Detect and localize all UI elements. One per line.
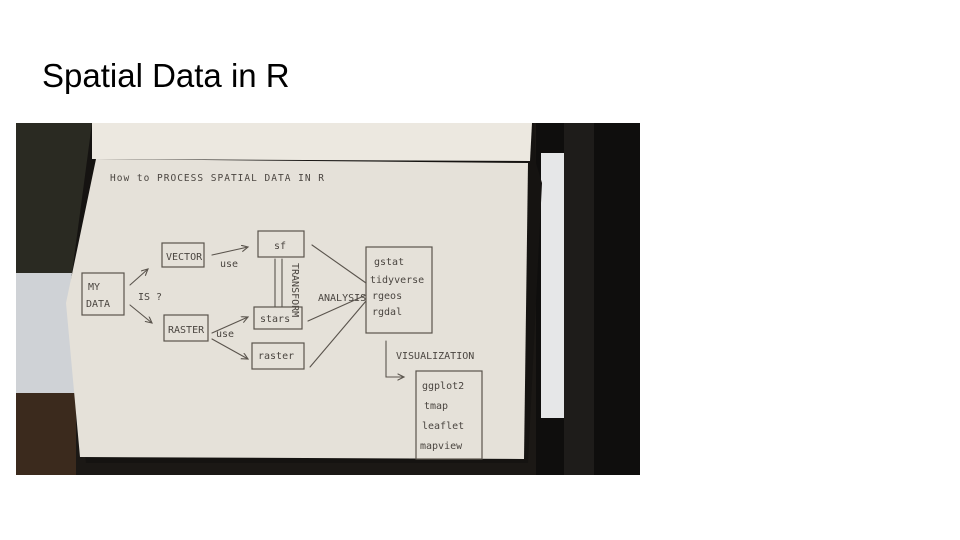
slide-title: Spatial Data in R xyxy=(42,57,290,94)
viz-pkg-4: mapview xyxy=(420,441,463,452)
transform-label: TRANSFORM xyxy=(289,263,300,317)
notebook-sketch: How to PROCESS SPATIAL DATA IN R MY DATA… xyxy=(16,123,640,475)
analysis-pkg-1: gstat xyxy=(374,257,404,268)
analysis-pkg-2: tidyverse xyxy=(370,275,424,286)
my-data-line2: DATA xyxy=(86,299,110,310)
is-label: IS ? xyxy=(138,292,162,303)
use-bottom-label: use xyxy=(216,329,234,340)
raster-type-label: RASTER xyxy=(168,325,205,336)
sf-label: sf xyxy=(274,241,286,252)
background-table xyxy=(16,393,76,475)
analysis-label: ANALYSIS xyxy=(318,293,366,304)
viz-pkg-1: ggplot2 xyxy=(422,381,464,392)
stars-label: stars xyxy=(260,314,290,325)
raster-pkg-label: raster xyxy=(258,351,294,362)
analysis-pkg-4: rgdal xyxy=(372,307,402,318)
notebook-photo: How to PROCESS SPATIAL DATA IN R MY DATA… xyxy=(16,123,640,475)
viz-pkg-3: leaflet xyxy=(422,421,464,432)
visualization-label: VISUALIZATION xyxy=(396,351,474,362)
my-data-line1: MY xyxy=(88,282,100,293)
notebook-back-page xyxy=(92,123,532,161)
background-stand xyxy=(564,123,594,475)
use-top-label: use xyxy=(220,259,238,270)
viz-pkg-2: tmap xyxy=(424,401,448,412)
vector-label: VECTOR xyxy=(166,252,203,263)
sketch-heading: How to PROCESS SPATIAL DATA IN R xyxy=(110,173,325,184)
analysis-pkg-3: rgeos xyxy=(372,291,402,302)
background-window xyxy=(16,273,76,393)
